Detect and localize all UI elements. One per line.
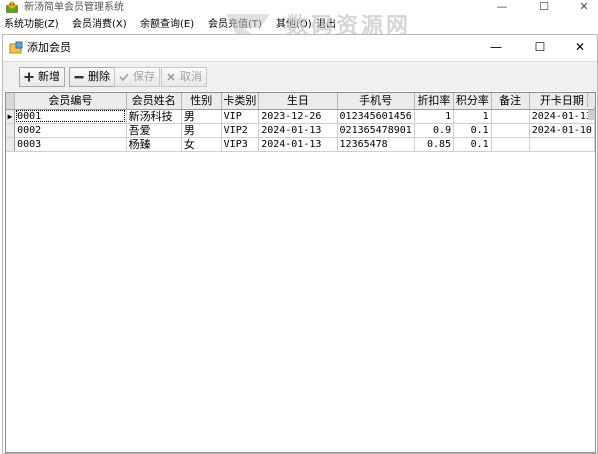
check-icon <box>119 73 129 82</box>
child-title: 添加会员 <box>27 41 71 54</box>
column-header[interactable]: 性别 <box>181 93 222 110</box>
child-titlebar: 添加会员 — ☐ ✕ <box>3 35 597 61</box>
column-header[interactable]: 手机号 <box>337 93 415 110</box>
scrollbar-thumb[interactable] <box>588 110 594 120</box>
child-minimize-button[interactable]: — <box>481 38 511 58</box>
toolbar: 新增 删除 保存 取消 <box>3 61 597 91</box>
add-button[interactable]: 新增 <box>19 67 65 87</box>
cross-icon <box>167 73 175 81</box>
menu-member-recharge[interactable]: 会员充值(T) <box>208 18 262 31</box>
birthday-cell[interactable]: 2023-12-26 <box>258 109 338 124</box>
menu-bar: 系统功能(Z) 会员消费(X) 余额查询(E) 会员充值(T) 其他(O) 退出 <box>0 16 598 34</box>
menu-member-consume[interactable]: 会员消费(X) <box>72 18 127 31</box>
menu-other[interactable]: 其他(O) <box>276 18 312 31</box>
gender-cell[interactable]: 男 <box>181 123 222 138</box>
app-minimize-button[interactable]: — <box>488 0 516 14</box>
cancel-button-label: 取消 <box>180 70 202 83</box>
save-button[interactable]: 保存 <box>114 67 160 87</box>
points-rate-cell[interactable]: 0.1 <box>453 123 492 138</box>
child-maximize-button[interactable]: ☐ <box>525 38 555 58</box>
member-id-cell[interactable]: 0001 <box>14 109 127 124</box>
table-row[interactable]: 0002 吾爱 男 VIP2 2024-01-13 021365478901 0… <box>6 123 595 138</box>
minus-icon <box>74 76 84 79</box>
remark-cell[interactable] <box>491 109 530 124</box>
points-rate-cell[interactable]: 0.1 <box>453 137 492 152</box>
add-button-label: 新增 <box>38 70 60 83</box>
gender-cell[interactable]: 男 <box>181 109 222 124</box>
column-header[interactable]: 折扣率 <box>414 93 455 110</box>
member-name-cell[interactable]: 杨臻 <box>126 137 182 152</box>
column-header[interactable]: 生日 <box>258 93 338 110</box>
column-header[interactable]: 会员编号 <box>14 93 127 110</box>
birthday-cell[interactable]: 2024-01-13 <box>258 123 338 138</box>
save-button-label: 保存 <box>133 70 155 83</box>
member-id-cell[interactable]: 0003 <box>14 137 127 152</box>
remark-cell[interactable] <box>491 137 530 152</box>
card-type-cell[interactable]: VIP <box>221 109 260 124</box>
remark-cell[interactable] <box>491 123 530 138</box>
delete-button-label: 删除 <box>88 70 110 83</box>
row-indicator <box>6 137 16 152</box>
delete-button[interactable]: 删除 <box>69 67 115 87</box>
app-logo-icon <box>6 1 18 13</box>
discount-rate-cell[interactable]: 0.85 <box>414 137 455 152</box>
vertical-scrollbar[interactable] <box>587 93 595 107</box>
menu-system[interactable]: 系统功能(Z) <box>4 18 59 31</box>
app-close-button[interactable]: ✕ <box>570 0 598 14</box>
phone-cell[interactable]: 12365478 <box>337 137 415 152</box>
member-table: 会员编号 会员姓名 性别 卡类别 生日 手机号 折扣率 积分率 备注 开卡日期 … <box>6 93 595 152</box>
cancel-button[interactable]: 取消 <box>161 67 207 87</box>
card-type-cell[interactable]: VIP3 <box>221 137 260 152</box>
discount-rate-cell[interactable]: 1 <box>414 109 455 124</box>
column-header[interactable]: 会员姓名 <box>126 93 182 110</box>
menu-exit[interactable]: 退出 <box>316 18 336 31</box>
open-date-cell[interactable]: 2024-01-10 <box>529 123 595 138</box>
menu-balance-query[interactable]: 余额查询(E) <box>140 18 194 31</box>
gender-cell[interactable]: 女 <box>181 137 222 152</box>
phone-cell[interactable]: 021365478901 <box>337 123 415 138</box>
column-header[interactable]: 积分率 <box>453 93 492 110</box>
header-indicator <box>6 93 16 110</box>
member-id-cell[interactable]: 0002 <box>14 123 127 138</box>
points-rate-cell[interactable]: 1 <box>453 109 492 124</box>
grid-header-row: 会员编号 会员姓名 性别 卡类别 生日 手机号 折扣率 积分率 备注 开卡日期 <box>6 93 595 110</box>
child-close-button[interactable]: ✕ <box>565 38 595 58</box>
plus-icon <box>24 72 34 82</box>
member-name-cell[interactable]: 吾爱 <box>126 123 182 138</box>
add-member-window: 添加会员 — ☐ ✕ 新增 删除 保存 取消 会员编号 会员姓名 性别 卡类别 … <box>2 34 598 454</box>
add-member-icon <box>9 41 23 54</box>
table-row[interactable]: 0003 杨臻 女 VIP3 2024-01-13 12365478 0.85 … <box>6 137 595 152</box>
app-maximize-button[interactable]: ☐ <box>530 0 558 14</box>
open-date-cell[interactable] <box>529 137 595 152</box>
member-grid[interactable]: 会员编号 会员姓名 性别 卡类别 生日 手机号 折扣率 积分率 备注 开卡日期 … <box>5 92 596 453</box>
column-header[interactable]: 开卡日期 <box>529 93 595 110</box>
column-header[interactable]: 备注 <box>491 93 530 110</box>
card-type-cell[interactable]: VIP2 <box>221 123 260 138</box>
column-header[interactable]: 卡类别 <box>221 93 260 110</box>
app-title: 新汤简单会员管理系统 <box>24 2 124 13</box>
current-row-indicator-icon: ▶ <box>6 109 16 124</box>
row-indicator <box>6 123 16 138</box>
discount-rate-cell[interactable]: 0.9 <box>414 123 455 138</box>
phone-cell[interactable]: 012345601456 <box>337 109 415 124</box>
member-name-cell[interactable]: 新汤科技 <box>126 109 182 124</box>
birthday-cell[interactable]: 2024-01-13 <box>258 137 338 152</box>
open-date-cell[interactable]: 2024-01-13 <box>529 109 595 124</box>
app-titlebar: 新汤简单会员管理系统 — ☐ ✕ <box>0 0 598 16</box>
table-row[interactable]: ▶ 0001 新汤科技 男 VIP 2023-12-26 01234560145… <box>6 109 595 124</box>
